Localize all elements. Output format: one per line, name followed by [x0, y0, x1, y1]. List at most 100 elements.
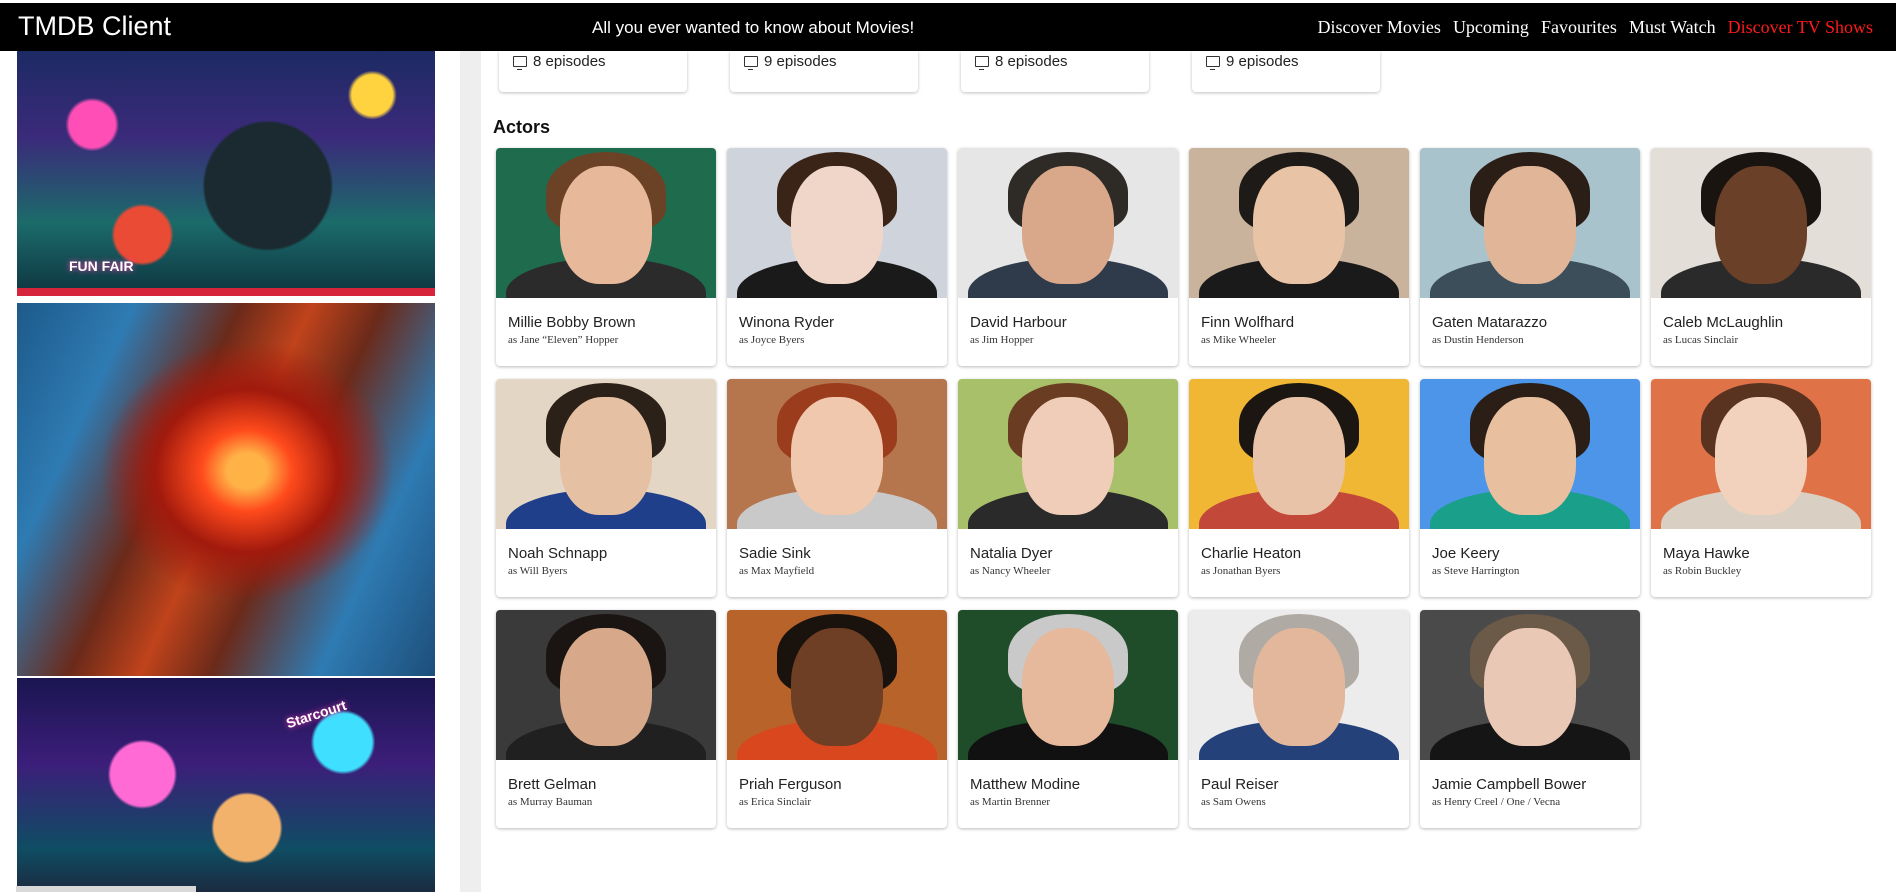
tv-icon [1206, 56, 1220, 70]
poster-gallery: FUN FAIR Starcourt ✿ [0, 51, 460, 892]
actor-character: as Nancy Wheeler [970, 565, 1051, 577]
actor-character: as Max Mayfield [739, 565, 815, 577]
actor-card[interactable]: Jamie Campbell Bower as Henry Creel / One… [1420, 610, 1640, 828]
actor-character: as Mike Wheeler [1201, 334, 1276, 346]
actor-card[interactable]: Caleb McLaughlin as Lucas Sinclair [1651, 148, 1871, 366]
actor-card[interactable]: David Harbour as Jim Hopper [958, 148, 1178, 366]
nav-favourites[interactable]: Favourites [1541, 17, 1617, 38]
actor-card[interactable]: Millie Bobby Brown as Jane “Eleven” Hoppe… [496, 148, 716, 366]
actor-photo[interactable] [496, 379, 716, 529]
actor-character: as Jonathan Byers [1201, 565, 1281, 577]
actor-photo[interactable] [1189, 610, 1409, 760]
actor-card[interactable]: Brett Gelman as Murray Bauman [496, 610, 716, 828]
top-navbar: TMDB Client All you ever wanted to know … [0, 3, 1896, 51]
actor-photo-face [1715, 397, 1807, 515]
actor-card[interactable]: Sadie Sink as Max Mayfield [727, 379, 947, 597]
actor-card[interactable]: Joe Keery as Steve Harrington [1420, 379, 1640, 597]
actor-name: Jamie Campbell Bower [1432, 776, 1587, 793]
actor-photo[interactable] [958, 379, 1178, 529]
actor-name: Paul Reiser [1201, 776, 1279, 793]
actor-photo-face [1022, 397, 1114, 515]
actor-photo-face [1022, 166, 1114, 284]
season-poster-image: FUN FAIR [17, 51, 435, 296]
poster-text-starcourt: Starcourt [284, 696, 349, 732]
season-card[interactable]: 8 episodes [961, 51, 1149, 92]
actor-photo[interactable] [1420, 148, 1640, 298]
actor-photo[interactable] [1189, 148, 1409, 298]
actor-card[interactable]: Gaten Matarazzo as Dustin Henderson [1420, 148, 1640, 366]
actor-card[interactable]: Noah Schnapp as Will Byers [496, 379, 716, 597]
episode-count: 8 episodes [975, 53, 1068, 70]
season-poster-image [17, 303, 435, 676]
actor-photo[interactable] [496, 148, 716, 298]
actor-card[interactable]: Winona Ryder as Joyce Byers [727, 148, 947, 366]
actor-card[interactable]: Matthew Modine as Martin Brenner [958, 610, 1178, 828]
actor-name: Noah Schnapp [508, 545, 608, 562]
actor-photo[interactable] [496, 610, 716, 760]
actor-photo[interactable] [727, 610, 947, 760]
tv-icon [975, 56, 989, 70]
actor-photo[interactable] [1651, 148, 1871, 298]
actor-card[interactable]: Finn Wolfhard as Mike Wheeler [1189, 148, 1409, 366]
nav-must-watch[interactable]: Must Watch [1629, 17, 1716, 38]
actor-character: as Lucas Sinclair [1663, 334, 1739, 346]
actor-name: Natalia Dyer [970, 545, 1053, 562]
actor-character: as Jim Hopper [970, 334, 1034, 346]
actor-name: Gaten Matarazzo [1432, 314, 1548, 331]
actor-photo[interactable] [1189, 379, 1409, 529]
actor-character: as Jane “Eleven” Hopper [508, 334, 619, 346]
actors-heading: Actors [493, 117, 551, 137]
nav-discover-movies[interactable]: Discover Movies [1317, 17, 1440, 38]
actor-name: Millie Bobby Brown [508, 314, 636, 331]
actor-photo[interactable] [727, 379, 947, 529]
app-brand[interactable]: TMDB Client [18, 11, 171, 42]
actor-photo[interactable] [1420, 610, 1640, 760]
actor-character: as Robin Buckley [1663, 565, 1742, 577]
actor-name: Priah Ferguson [739, 776, 842, 793]
actor-name: Sadie Sink [739, 545, 811, 562]
actor-card[interactable]: Charlie Heaton as Jonathan Byers [1189, 379, 1409, 597]
actor-character: as Sam Owens [1201, 796, 1266, 808]
actor-card[interactable]: Paul Reiser as Sam Owens [1189, 610, 1409, 828]
actor-photo[interactable] [958, 610, 1178, 760]
actor-photo[interactable] [1420, 379, 1640, 529]
horizontal-scrollbar[interactable] [16, 886, 196, 892]
actor-photo-face [1022, 628, 1114, 746]
actor-photo-face [1484, 628, 1576, 746]
season-card[interactable]: 9 episodes [730, 51, 918, 92]
episode-count: 9 episodes [1206, 53, 1299, 70]
actor-name: Caleb McLaughlin [1663, 314, 1784, 331]
actor-card[interactable]: Maya Hawke as Robin Buckley [1651, 379, 1871, 597]
actor-photo-face [791, 628, 883, 746]
actor-name: Brett Gelman [508, 776, 597, 793]
episode-count-label: 9 episodes [1226, 53, 1299, 70]
actor-photo[interactable] [727, 148, 947, 298]
tv-show-details: 8 episodes 9 episodes 8 episodes 9 episo… [481, 51, 1896, 892]
actor-card[interactable]: Priah Ferguson as Erica Sinclair [727, 610, 947, 828]
actor-photo-face [1253, 397, 1345, 515]
episode-count-label: 9 episodes [764, 53, 837, 70]
actor-photo-face [1253, 166, 1345, 284]
nav-upcoming[interactable]: Upcoming [1453, 17, 1529, 38]
actor-name: Matthew Modine [970, 776, 1081, 793]
actor-name: Charlie Heaton [1201, 545, 1302, 562]
actor-photo-face [1484, 166, 1576, 284]
actor-photo-face [1484, 397, 1576, 515]
episode-count-label: 8 episodes [533, 53, 606, 70]
actor-character: as Will Byers [508, 565, 568, 577]
actor-character: as Joyce Byers [739, 334, 805, 346]
actor-photo[interactable] [958, 148, 1178, 298]
season-poster-image: Starcourt [17, 678, 435, 892]
tv-icon [744, 56, 758, 70]
actor-character: as Murray Bauman [508, 796, 593, 808]
season-card[interactable]: 8 episodes [499, 51, 687, 92]
actor-photo-face [1253, 628, 1345, 746]
actor-photo-face [791, 397, 883, 515]
actor-card[interactable]: Natalia Dyer as Nancy Wheeler [958, 379, 1178, 597]
nav-discover-tv-shows[interactable]: Discover TV Shows [1728, 17, 1873, 38]
poster-text-fun-fair: FUN FAIR [69, 258, 134, 274]
actor-photo[interactable] [1651, 379, 1871, 529]
actor-name: Maya Hawke [1663, 545, 1750, 562]
main-nav: Discover Movies Upcoming Favourites Must… [1317, 17, 1873, 38]
season-card[interactable]: 9 episodes [1192, 51, 1380, 92]
